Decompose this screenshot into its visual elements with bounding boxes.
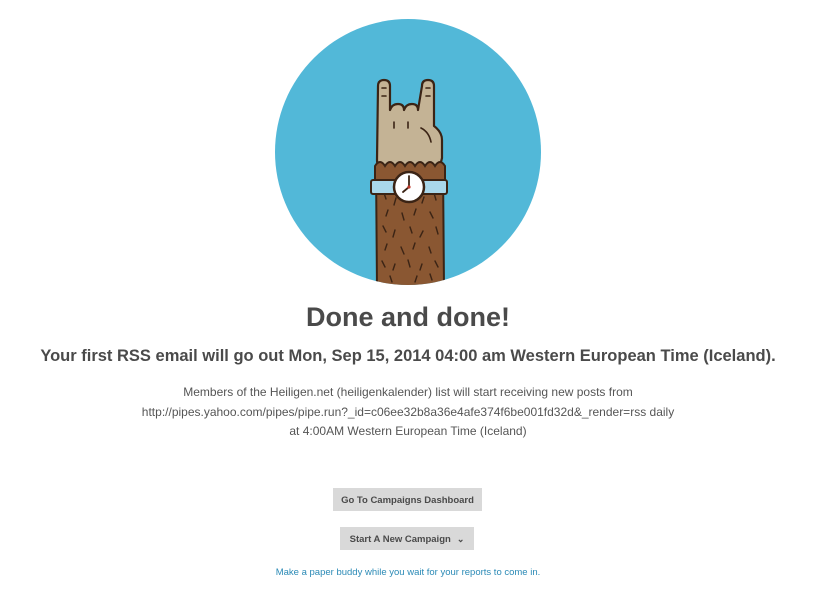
description-line-2: http://pipes.yahoo.com/pipes/pipe.run?_i… [141, 404, 675, 419]
go-to-dashboard-label: Go To Campaigns Dashboard [341, 495, 474, 506]
paper-buddy-link[interactable]: Make a paper buddy while you wait for yo… [0, 567, 816, 578]
description-line-3: at 4:00AM Western European Time (Iceland… [289, 424, 527, 438]
rss-description: Members of the Heiligen.net (heiligenkal… [0, 383, 816, 442]
start-new-campaign-label: Start A New Campaign [349, 534, 451, 545]
go-to-dashboard-button[interactable]: Go To Campaigns Dashboard [333, 488, 482, 511]
description-line-1: Members of the Heiligen.net (heiligenkal… [183, 385, 633, 399]
schedule-summary: Your first RSS email will go out Mon, Se… [40, 347, 776, 365]
start-new-campaign-button[interactable]: Start A New Campaign ⌄ [340, 527, 474, 550]
hand-watch-illustration [275, 19, 541, 285]
page-title: Done and done! [306, 302, 510, 332]
confirmation-page: Done and done! Your first RSS email will… [0, 0, 816, 608]
chevron-down-icon: ⌄ [456, 534, 465, 544]
